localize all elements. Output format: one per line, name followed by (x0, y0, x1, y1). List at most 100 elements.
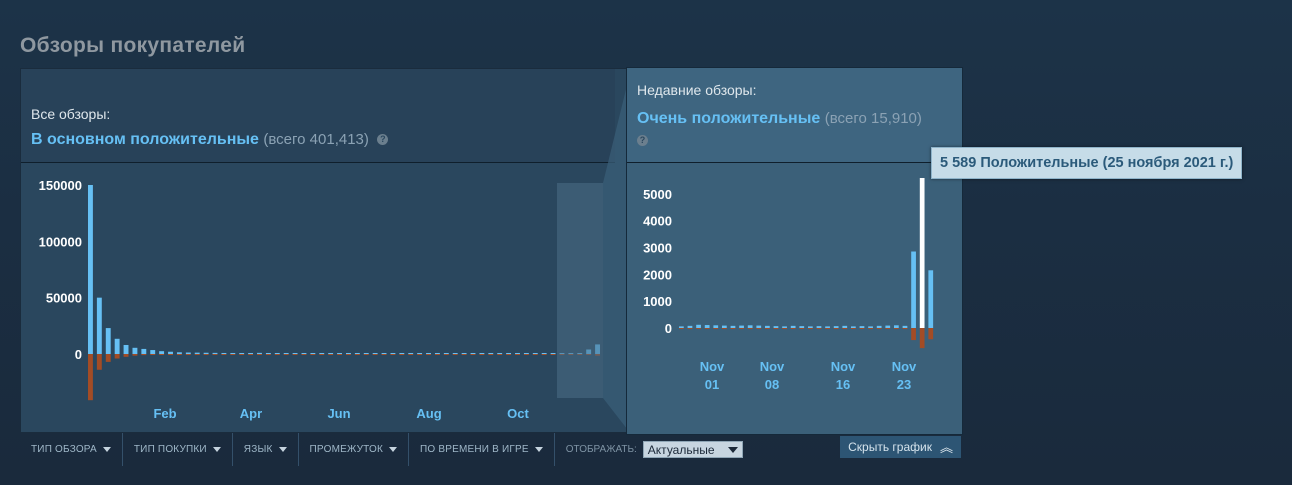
negative-bar (230, 354, 236, 355)
filter-purchase-type[interactable]: ТИП ПОКУПКИ (123, 433, 233, 466)
negative-bar (301, 354, 307, 355)
x-tick-label-line: Apr (240, 406, 262, 421)
filter-label: ПРОМЕЖУТОК (309, 444, 384, 455)
display-group: ОТОБРАЖАТЬ: Актуальные (555, 441, 743, 458)
negative-bar (212, 354, 218, 355)
all-reviews-chart[interactable]: 150000 100000 50000 0 Feb Apr Jun Aug Oct (21, 164, 615, 432)
recent-reviews-panel: Недавние обзоры: Очень положительные (вс… (626, 67, 963, 435)
x-tick-label: Nov 08 (760, 359, 785, 392)
negative-bar (337, 354, 342, 355)
negative-bar (274, 354, 280, 355)
filter-language[interactable]: ЯЗЫК (233, 433, 299, 466)
positive-bar (426, 353, 431, 354)
negative-bar (399, 354, 405, 355)
negative-bar (88, 354, 93, 401)
positive-bar (730, 325, 736, 328)
chart-tooltip: 5 589 Положительные (25 ноября 2021 г.) (931, 147, 1243, 179)
x-tick-label: Jun (327, 406, 350, 421)
zoom-connector (557, 69, 631, 434)
negative-bar (346, 354, 351, 355)
display-select[interactable]: Актуальные (642, 441, 743, 458)
positive-bar (159, 351, 165, 354)
all-reviews-rating[interactable]: В основном положительные (31, 131, 259, 148)
negative-bar (408, 354, 414, 355)
x-tick-label-line: 16 (836, 377, 850, 392)
negative-bar (859, 328, 865, 329)
x-tick-label-line: 23 (897, 377, 911, 392)
negative-bar (713, 328, 719, 329)
chevron-down-icon (727, 447, 738, 453)
positive-bar (203, 352, 209, 354)
filter-review-type[interactable]: ТИП ОБЗОРА (20, 433, 123, 466)
negative-bar (105, 354, 111, 362)
x-tick-label-line: Nov (892, 359, 917, 374)
hide-graph-button[interactable]: Скрыть график ︽ (840, 436, 961, 458)
y-tick-label: 1000 (643, 294, 672, 309)
recent-reviews-chart[interactable]: 5000 4000 3000 2000 1000 0 Nov 01 Nov 08 Nov 16 Nov 2… (627, 164, 964, 434)
x-tick-label-line: Nov (760, 359, 785, 374)
negative-bar (790, 328, 796, 329)
positive-bar (354, 353, 360, 354)
negative-bar (381, 354, 387, 355)
negative-bar (739, 328, 744, 329)
x-tick-label: Aug (416, 406, 441, 421)
help-icon[interactable]: ? (377, 134, 389, 146)
positive-bar (328, 353, 334, 354)
filter-label: ЯЗЫК (243, 444, 273, 455)
positive-bar (790, 325, 796, 328)
positive-bar (221, 352, 227, 354)
all-reviews-line: В основном положительные (всего 401,413)… (31, 131, 389, 149)
positive-bar (515, 353, 520, 354)
positive-bar (372, 353, 378, 354)
negative-bar (851, 328, 856, 329)
caret-down-icon (534, 447, 543, 452)
negative-bar (808, 328, 813, 329)
recent-reviews-total: (всего 15,910) (824, 110, 922, 127)
filter-label: ТИП ОБЗОРА (31, 444, 97, 455)
x-tick-label-line: Feb (153, 406, 176, 421)
positive-bar (319, 353, 325, 354)
negative-bar (773, 328, 779, 329)
positive-bar (919, 178, 925, 328)
negative-bar (679, 328, 684, 329)
recent-reviews-label: Недавние обзоры: (637, 82, 757, 98)
help-icon[interactable]: ? (637, 135, 648, 147)
negative-bar (470, 354, 476, 355)
positive-bar (257, 352, 262, 354)
negative-bar (704, 328, 710, 329)
positive-bar (842, 325, 848, 328)
negative-bar (833, 328, 839, 329)
negative-bar (523, 354, 529, 355)
negative-bar (799, 328, 805, 329)
caret-down-icon (102, 447, 111, 452)
negative-bar (902, 328, 908, 329)
negative-bar (765, 328, 770, 329)
recent-reviews-rating[interactable]: Очень положительные (637, 110, 820, 127)
filter-label: ПО ВРЕМЕНИ В ИГРЕ (420, 444, 529, 455)
positive-bar (390, 353, 396, 354)
positive-bar (114, 338, 120, 354)
positive-bar (346, 353, 351, 354)
negative-bar (488, 354, 494, 355)
negative-bar (443, 354, 449, 355)
caret-down-icon (278, 447, 287, 452)
negative-bar (159, 354, 165, 355)
negative-bar (417, 354, 423, 355)
negative-bar (687, 328, 693, 329)
y-tick-label: 150000 (39, 178, 82, 193)
positive-bar (782, 326, 787, 328)
negative-bar (894, 328, 899, 329)
positive-bar (704, 325, 710, 328)
x-tick-label: Nov 23 (892, 359, 917, 392)
positive-bar (739, 325, 744, 328)
positive-bar (443, 353, 449, 354)
hide-graph-label: Скрыть график (848, 440, 932, 454)
positive-bar (88, 185, 93, 354)
double-chevron-up-icon: ︽ (939, 439, 953, 455)
negative-bar (265, 354, 271, 355)
negative-bar (928, 328, 934, 340)
all-reviews-total: (всего 401,413) (263, 131, 369, 148)
filter-playtime[interactable]: ПО ВРЕМЕНИ В ИГРЕ (409, 433, 555, 466)
negative-bar (497, 354, 503, 355)
filter-date-range[interactable]: ПРОМЕЖУТОК (299, 433, 410, 466)
